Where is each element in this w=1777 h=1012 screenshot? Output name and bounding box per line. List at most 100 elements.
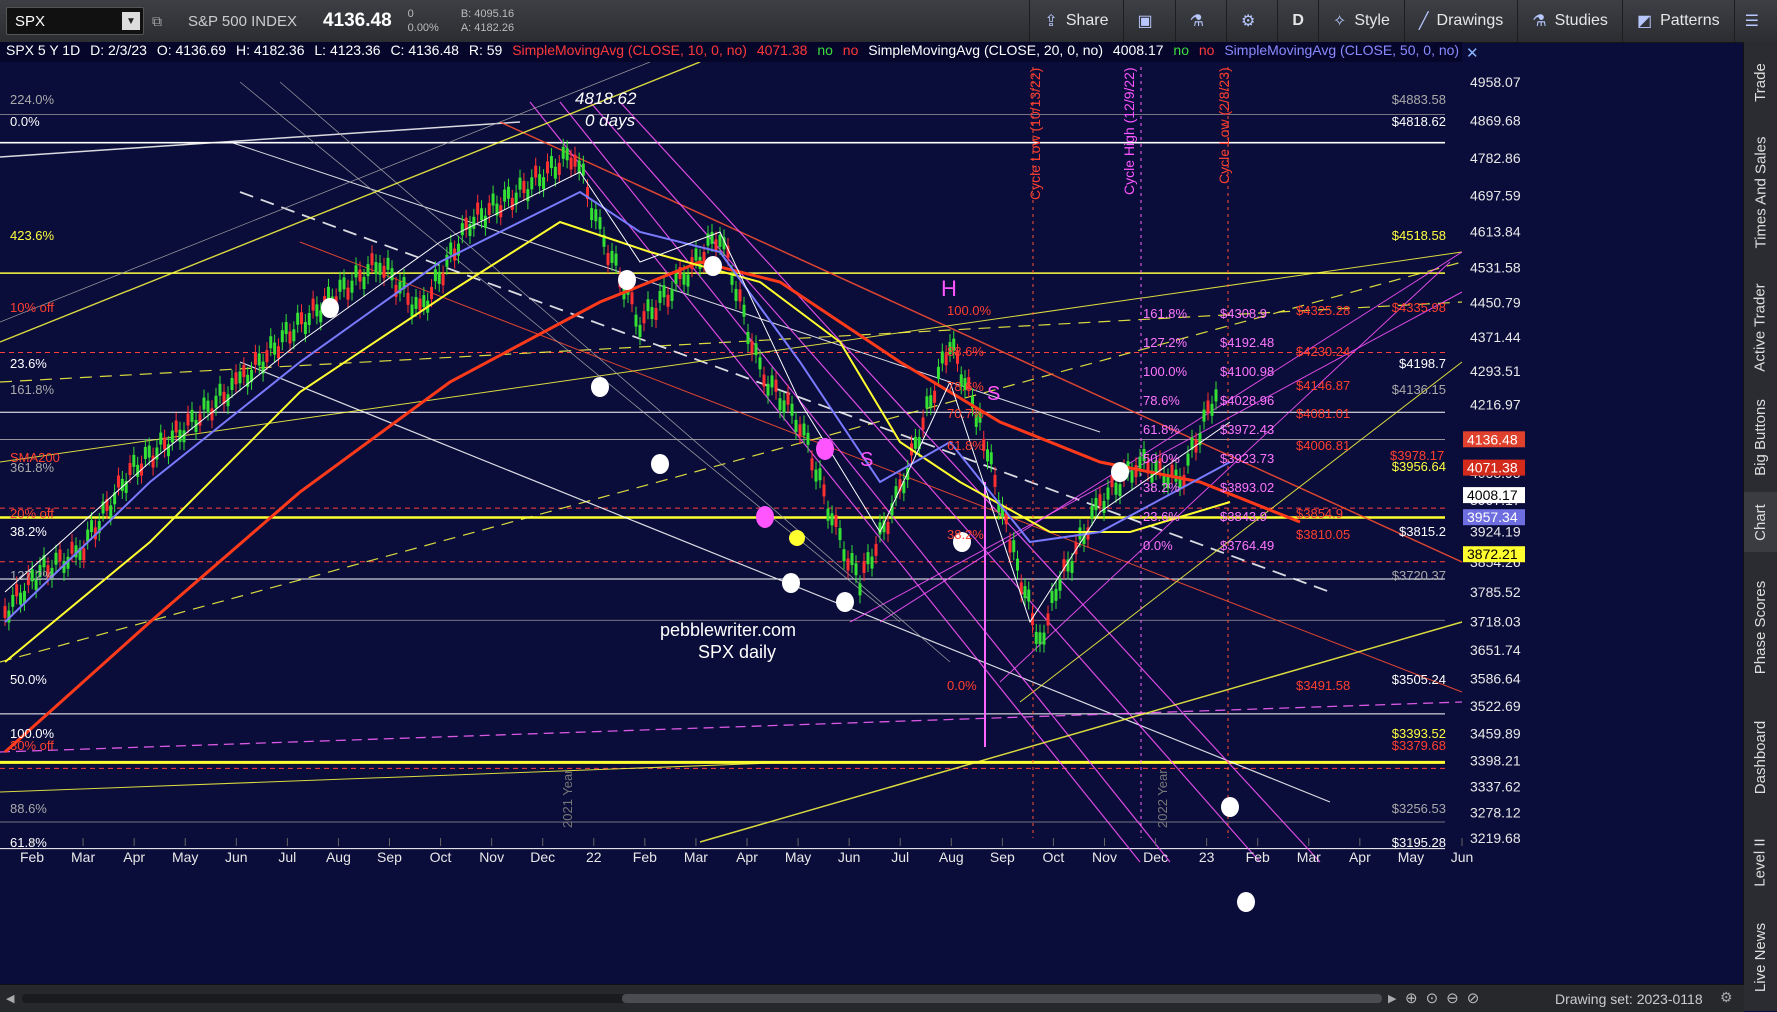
tab-active-trader[interactable]: Active Trader	[1744, 272, 1777, 382]
level-price-label: $4818.62	[1392, 114, 1446, 129]
tab-phase-scores[interactable]: Phase Scores	[1744, 562, 1777, 692]
candle-body	[598, 217, 602, 230]
fib-level-label: 23.6%	[10, 356, 47, 371]
candle-body	[642, 311, 646, 324]
collapse-icon[interactable]: ✕	[1466, 44, 1479, 62]
horizontal-scrollbar[interactable]	[22, 994, 1382, 1003]
fib-red-label: $3491.58	[1296, 678, 1350, 693]
tab-chart[interactable]: Chart	[1744, 492, 1777, 552]
candle-body	[842, 549, 846, 562]
time-tick-label: 22	[586, 849, 602, 865]
candle-body	[70, 541, 74, 554]
settings-button[interactable]: ⚙	[1226, 0, 1277, 42]
candle-body	[862, 560, 866, 573]
candle-body	[686, 274, 690, 287]
time-tick-label: Oct	[430, 849, 452, 865]
symbol-input[interactable]: SPX ▼	[6, 7, 144, 35]
candle-body	[296, 312, 300, 325]
marker-dot	[782, 573, 800, 593]
fib-red-label: $4146.87	[1296, 378, 1350, 393]
tab-times-and-sales[interactable]: Times And Sales	[1744, 122, 1777, 262]
candle-body	[1012, 540, 1016, 553]
sma50-label[interactable]: SimpleMovingAvg (CLOSE, 50, 0, no)	[1224, 42, 1459, 58]
menu-button[interactable]: ☰	[1733, 0, 1777, 42]
fib-aug-label: 70.7%	[947, 406, 984, 421]
candle-body	[526, 189, 530, 202]
fib-inner-pct: 38.2%	[1143, 480, 1180, 495]
zoom-icon[interactable]: ⊙	[1426, 990, 1447, 1007]
patterns-button[interactable]: ◩ Patterns	[1621, 0, 1734, 42]
candle-body	[1134, 465, 1138, 478]
change-pct: 0.00%	[407, 22, 439, 34]
price-tick-label: 4293.51	[1470, 363, 1521, 379]
fib-inner-price: $3843.9	[1220, 509, 1267, 524]
candle-body	[989, 452, 993, 465]
candle-body	[1102, 500, 1106, 513]
candle-body	[257, 353, 261, 366]
scrollbar-thumb[interactable]	[622, 994, 1382, 1003]
share-button[interactable]: ⇪ Share	[1029, 0, 1122, 42]
zoom-reset-icon[interactable]: ⊘	[1467, 990, 1488, 1007]
candle-body	[418, 298, 422, 311]
drawings-button[interactable]: ╱ Drawings	[1403, 0, 1517, 42]
candle-body	[758, 357, 762, 370]
tab-big-buttons[interactable]: Big Buttons	[1744, 387, 1777, 487]
fib-red-label: $4081.01	[1296, 406, 1350, 421]
gear-icon: ⚙	[1241, 13, 1256, 30]
link-icon[interactable]: ⧉	[152, 13, 166, 30]
candle-body	[449, 242, 453, 255]
chart-area[interactable]: 224.0% 0.0% 423.6% 10% off 23.6% 161.8% SMA200…	[0, 61, 1744, 989]
scroll-right-icon[interactable]: ▶	[1388, 992, 1396, 1005]
candle-body	[445, 254, 449, 267]
candle-body	[437, 271, 441, 284]
price-chart[interactable]: 224.0%0.0%423.6%10% off23.6%161.8%SMA200…	[0, 61, 1744, 984]
flask-button[interactable]: ⚗	[1174, 0, 1226, 42]
tab-live-news[interactable]: Live News	[1744, 912, 1777, 1002]
candle-body	[802, 423, 806, 436]
tab-trade[interactable]: Trade	[1744, 52, 1777, 112]
sma20-label[interactable]: SimpleMovingAvg (CLOSE, 20, 0, no)	[868, 42, 1103, 58]
aggregation-button[interactable]: D	[1277, 0, 1318, 42]
candle-body	[178, 429, 182, 442]
candle-body	[19, 592, 23, 605]
fib-aug-label: 38.2%	[947, 527, 984, 542]
candle-body	[834, 515, 838, 528]
fib-inner-pct: 78.6%	[1143, 393, 1180, 408]
price-tick-label: 3337.62	[1470, 779, 1521, 795]
candle-body	[374, 262, 378, 275]
candle-body	[378, 262, 382, 275]
tab-level-ii[interactable]: Level II	[1744, 822, 1777, 902]
candle-body	[128, 463, 132, 476]
candle-body	[654, 308, 658, 321]
chevron-down-icon[interactable]: ▼	[122, 12, 140, 30]
style-button[interactable]: ✧ Style	[1317, 0, 1404, 42]
sma10-label[interactable]: SimpleMovingAvg (CLOSE, 10, 0, no)	[512, 42, 747, 58]
studies-button[interactable]: ⚗ Studies	[1517, 0, 1622, 42]
candle-body	[1038, 632, 1042, 645]
tab-dashboard[interactable]: Dashboard	[1744, 702, 1777, 812]
time-tick-label: Mar	[71, 849, 95, 865]
layout-button[interactable]: ▣	[1122, 0, 1175, 42]
drawing-icon: ╱	[1418, 13, 1429, 30]
candle-body	[993, 474, 997, 487]
zoom-out-icon[interactable]: ⊖	[1446, 990, 1467, 1007]
candle-body	[506, 186, 510, 199]
scroll-left-icon[interactable]: ◀	[6, 992, 16, 1005]
candle-body	[382, 265, 386, 278]
candle-body	[315, 304, 319, 317]
candle-body	[929, 395, 933, 408]
crosshair-icon[interactable]: ⊕	[1405, 990, 1426, 1007]
price-tag-label: 4008.17	[1467, 487, 1518, 503]
candle-body	[143, 446, 147, 459]
time-tick-label: Oct	[1043, 849, 1065, 865]
candle-body	[390, 268, 394, 281]
settings-small-icon[interactable]: ⚙	[1720, 989, 1733, 1006]
candle-body	[120, 478, 124, 491]
candle-body	[472, 216, 476, 229]
candle-body	[565, 148, 569, 161]
candle-body	[483, 215, 487, 228]
price-tag-label: 4071.38	[1467, 460, 1518, 476]
fib-red-label: $4006.81	[1296, 438, 1350, 453]
zoom-tools[interactable]: ⊕⊙⊖⊘	[1405, 989, 1487, 1007]
drawing-set-label[interactable]: Drawing set: 2023-0118	[1555, 991, 1703, 1007]
